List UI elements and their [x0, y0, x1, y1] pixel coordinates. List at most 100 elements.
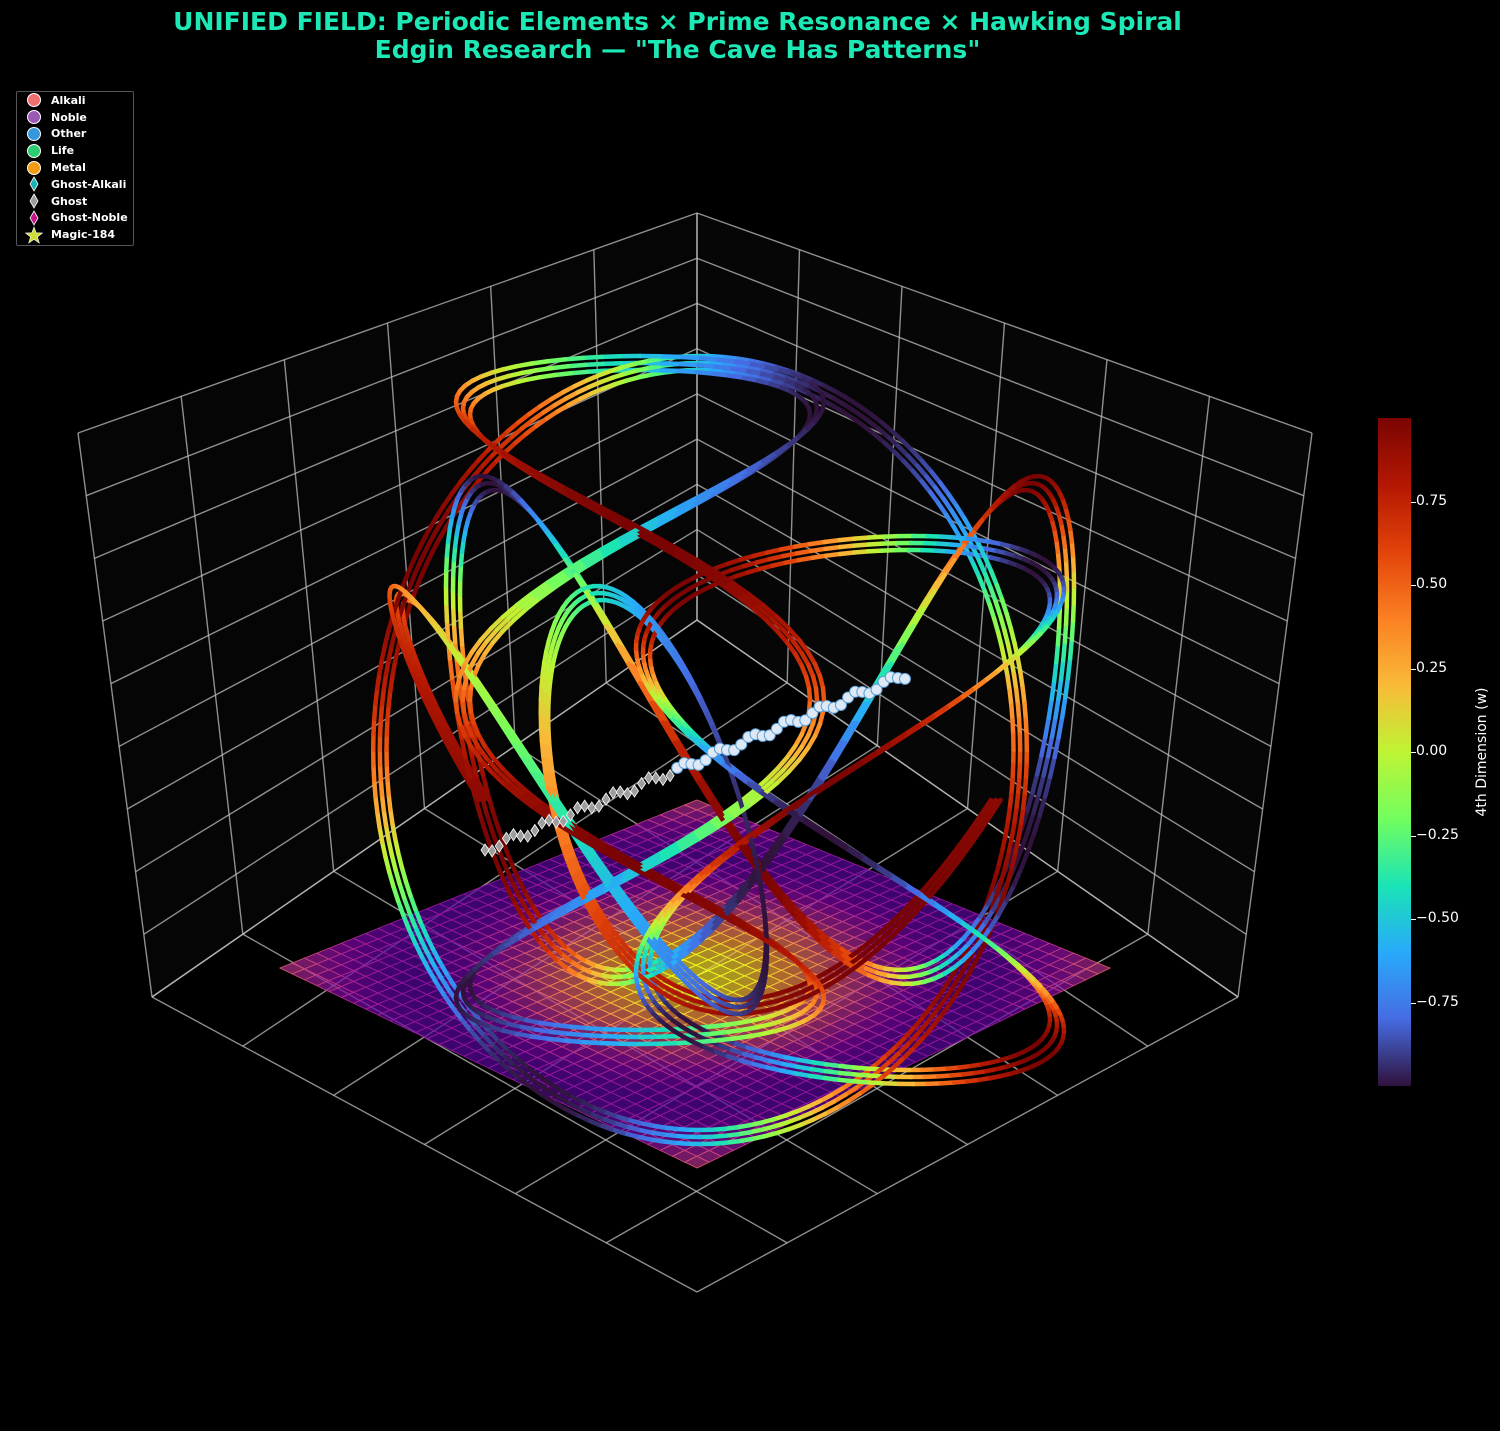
colorbar-tick-label: 0.50	[1416, 576, 1448, 592]
spiral-curve	[692, 362, 715, 369]
spiral-curve	[1056, 676, 1064, 701]
spiral-curve	[813, 685, 820, 703]
legend-item: Life	[17, 142, 133, 159]
spiral-curve	[1063, 675, 1071, 700]
spiral-curve	[379, 687, 387, 707]
spiral-curve	[514, 361, 535, 369]
legend-label: Ghost-Noble	[51, 211, 128, 225]
legend-label: Ghost-Alkali	[51, 177, 127, 191]
ghost-marker	[601, 792, 611, 806]
spiral-curve	[1069, 618, 1076, 642]
spiral-curve	[712, 357, 735, 364]
circle-marker-icon	[21, 126, 47, 142]
circle-marker-icon	[21, 143, 47, 159]
spiral-curve	[580, 1039, 604, 1046]
legend-item: Magic-184	[17, 225, 133, 244]
spiral-curve	[655, 367, 678, 374]
spiral-curve	[1053, 696, 1061, 720]
spiral-curve	[733, 782, 743, 803]
spiral-curve	[1023, 716, 1029, 737]
spiral-curve	[371, 701, 378, 722]
spiral-curve	[712, 1036, 735, 1043]
spiral-curve	[565, 1031, 588, 1038]
spiral-curve	[585, 1025, 607, 1032]
spiral-curve	[371, 716, 377, 737]
spiral-curve	[562, 1038, 586, 1045]
spiral-curve	[726, 365, 747, 373]
spiral-curve	[529, 1034, 551, 1042]
spiral-curve	[378, 702, 385, 722]
spiral-curve	[374, 809, 382, 830]
legend-label: Magic-184	[51, 228, 116, 242]
spiral-curve	[542, 767, 550, 788]
spiral-curve	[443, 601, 450, 624]
spiral-curve	[1022, 701, 1029, 722]
spiral-curve	[374, 670, 382, 691]
spiral-curve	[837, 1077, 857, 1084]
spiral-curve	[694, 1038, 718, 1045]
ghost-marker	[480, 843, 490, 857]
ghost-marker	[523, 829, 533, 843]
spiral-curve	[1018, 670, 1026, 691]
spiral-curve	[1015, 824, 1023, 845]
legend-label: Life	[51, 144, 75, 158]
spiral-curve	[705, 710, 716, 730]
spiral-curve	[537, 1020, 558, 1028]
spiral-curve	[837, 536, 857, 543]
ghost-marker	[508, 827, 518, 842]
spiral-curve	[599, 353, 624, 360]
spiral-curve	[533, 365, 554, 373]
spiral-curve	[806, 686, 813, 703]
spiral-curve	[490, 808, 501, 831]
spiral-curve	[514, 1031, 535, 1039]
spiral-curve	[1011, 808, 1019, 828]
spiral-curve	[1013, 793, 1021, 813]
spiral-curve	[1005, 838, 1014, 858]
spiral-curve	[706, 370, 728, 378]
spiral-curve	[383, 854, 392, 875]
star-marker-icon	[21, 225, 47, 244]
spiral-curve	[1055, 624, 1062, 647]
spiral-curve	[386, 838, 395, 858]
circle-marker-icon	[21, 92, 47, 108]
spiral-curve	[1012, 839, 1021, 860]
colorbar-gradient	[1378, 418, 1411, 1086]
spiral-curve	[379, 839, 388, 860]
spiral-curve	[395, 898, 406, 918]
spiral-curve	[377, 762, 384, 783]
legend-label: Metal	[51, 161, 86, 175]
spiral-curve	[371, 778, 378, 799]
spiral-curve	[656, 360, 680, 367]
legend-item: Noble	[17, 109, 133, 126]
spiral-curve	[378, 778, 385, 798]
colorbar-tick-label: 0.75	[1416, 492, 1448, 509]
spiral-curve	[1070, 601, 1077, 624]
spiral-curve	[373, 686, 380, 706]
diamond-marker-icon	[21, 210, 47, 226]
spiral-curve	[447, 656, 455, 680]
spiral-curve	[722, 1020, 743, 1028]
spiral-curve	[1060, 639, 1068, 663]
spiral-curve	[373, 794, 380, 814]
spiral-curve	[676, 354, 700, 361]
spiral-curve	[381, 808, 389, 828]
spiral-curve	[1020, 686, 1027, 706]
spiral-curve	[552, 370, 574, 378]
legend-label: Other	[51, 127, 87, 141]
spiral-curve	[568, 369, 590, 376]
ghost-marker	[651, 771, 661, 785]
spiral-curve	[1046, 696, 1054, 721]
spiral-curve	[377, 655, 385, 676]
spiral-curve	[694, 355, 718, 362]
spiral-curve	[1023, 763, 1029, 784]
legend-item: Ghost-Noble	[17, 210, 133, 227]
ghost-marker	[530, 823, 540, 838]
element-marker	[899, 672, 911, 685]
chart-subtitle: Edgin Research — "The Cave Has Patterns"	[374, 35, 981, 64]
spiral-curve	[722, 372, 743, 380]
spiral-curve	[450, 604, 457, 627]
spiral-curve	[386, 642, 395, 662]
ghost-marker	[622, 787, 632, 801]
spiral-curve	[386, 869, 396, 889]
legend-item: Alkali	[17, 92, 133, 109]
